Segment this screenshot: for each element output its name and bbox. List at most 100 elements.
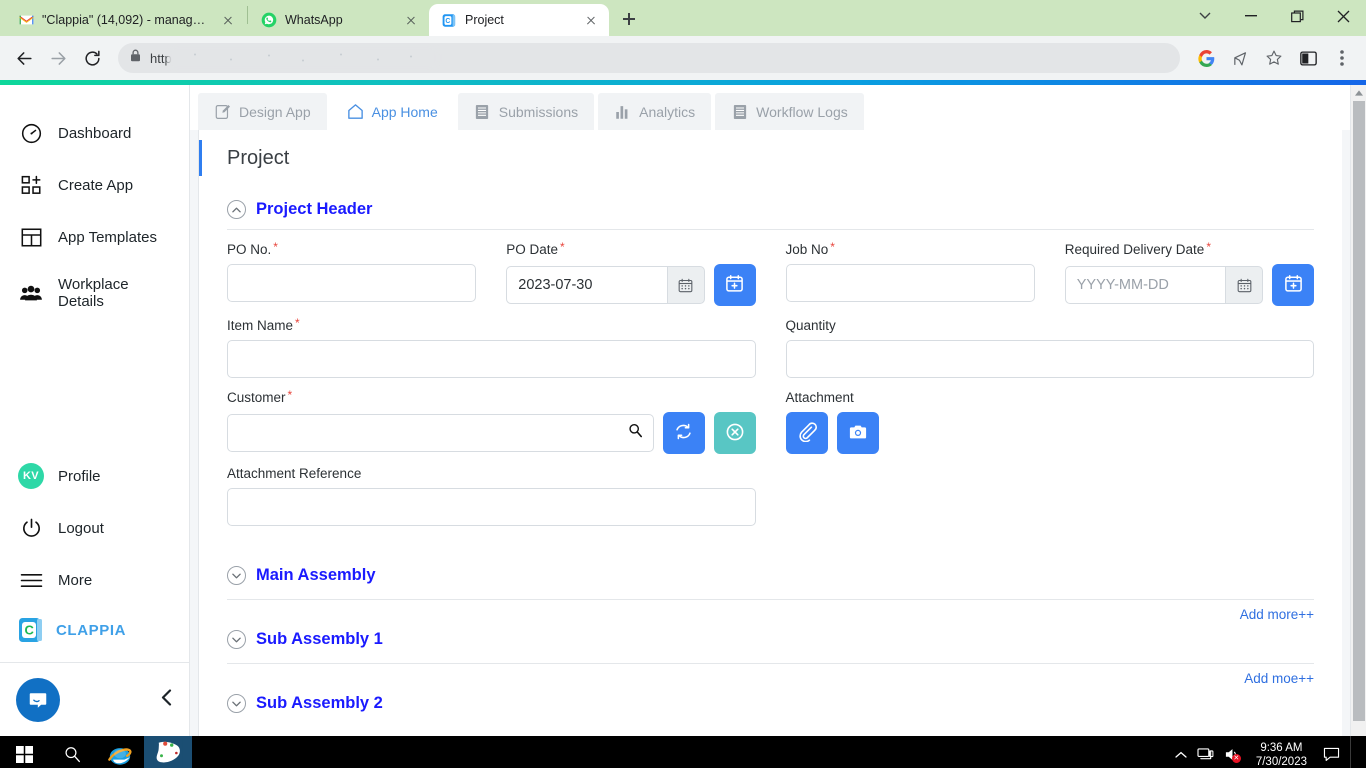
required-delivery-date-today-button[interactable]	[1272, 264, 1314, 306]
browser-tab-whatsapp[interactable]: WhatsApp	[249, 4, 429, 36]
forward-icon[interactable]	[42, 42, 74, 74]
close-icon[interactable]	[583, 12, 599, 28]
attachment-camera-button[interactable]	[836, 412, 879, 454]
tab-divider	[247, 5, 248, 24]
network-icon[interactable]	[1197, 747, 1214, 762]
po-date-today-button[interactable]	[713, 264, 756, 306]
item-name-input[interactable]	[227, 340, 756, 378]
section-sub-assembly-2[interactable]: Sub Assembly 2	[227, 688, 1314, 727]
lock-icon	[130, 49, 142, 67]
quantity-input[interactable]	[785, 340, 1314, 378]
list-icon	[474, 103, 491, 120]
close-icon[interactable]	[403, 12, 419, 28]
chevron-up-icon[interactable]	[1175, 751, 1187, 759]
section-project-header[interactable]: Project Header	[227, 186, 1314, 229]
form-scroll-area[interactable]: Project Project Header PO No. * PO Date …	[199, 130, 1342, 736]
sidebar-item-profile[interactable]: KV Profile	[0, 450, 189, 502]
share-icon[interactable]	[1224, 42, 1256, 74]
attachment-file-button[interactable]	[785, 412, 828, 454]
section-main-assembly[interactable]: Main Assembly	[227, 560, 1314, 599]
job-no-input[interactable]	[785, 264, 1035, 302]
browser-toolbar: https:xxxxxxxxxxxxxxxxxxxxxxxxxxxxxxxx77…	[0, 36, 1366, 80]
calendar-icon[interactable]	[666, 266, 705, 304]
window-controls	[1182, 0, 1366, 36]
field-label: PO Date *	[506, 240, 565, 257]
sidebar-item-create-app[interactable]: Create App	[0, 159, 189, 211]
required-delivery-date-input[interactable]	[1064, 266, 1225, 304]
notification-icon[interactable]	[1323, 747, 1340, 762]
po-no-input[interactable]	[227, 264, 477, 302]
taskbar-clock[interactable]: 9:36 AM 7/30/2023	[1250, 741, 1313, 768]
chevron-down-icon[interactable]	[227, 566, 246, 585]
calendar-add-icon	[1284, 274, 1303, 296]
active-app-icon[interactable]	[144, 736, 192, 768]
tab-label: Submissions	[498, 103, 579, 120]
close-icon[interactable]	[220, 12, 236, 28]
list-icon	[731, 103, 748, 120]
chevron-left-icon[interactable]	[160, 688, 173, 711]
sidebar-item-logout[interactable]: Logout	[0, 502, 189, 554]
toolbar-actions	[1190, 42, 1358, 74]
scroll-up-arrow[interactable]	[1351, 85, 1366, 101]
add-more-link[interactable]: Add more++	[1240, 607, 1314, 622]
minimize-icon[interactable]	[1228, 0, 1274, 32]
volume-muted-icon[interactable]: ✕	[1224, 747, 1241, 763]
vertical-scrollbar[interactable]	[1350, 85, 1366, 736]
add-more-link[interactable]: Add moe++	[1244, 671, 1314, 686]
page-title: Project	[227, 146, 290, 169]
tab-search-icon[interactable]	[1182, 0, 1228, 32]
tab-app-home[interactable]: App Home	[330, 93, 454, 130]
sidebar-item-label: App Templates	[58, 228, 157, 246]
tab-label: Design App	[239, 103, 311, 120]
section-title: Main Assembly	[256, 566, 376, 584]
left-sidebar: Dashboard Create App App Templates Workp…	[0, 85, 190, 736]
clock-time: 9:36 AM	[1260, 741, 1303, 754]
sidebar-item-workplace-details[interactable]: Workplace Details	[0, 263, 189, 323]
bookmark-star-icon[interactable]	[1258, 42, 1290, 74]
field-label: Attachment Reference	[227, 466, 362, 481]
customer-clear-button[interactable]	[713, 412, 756, 454]
browser-tab-gmail[interactable]: "Clappia" (14,092) - manager_it@	[6, 4, 246, 36]
tab-analytics[interactable]: Analytics	[598, 93, 712, 130]
chevron-down-icon[interactable]	[227, 694, 246, 713]
section-sub-assembly-1[interactable]: Sub Assembly 1	[227, 624, 1314, 663]
clappia-brand: C CLAPPIA	[0, 606, 189, 662]
tab-workflow-logs[interactable]: Workflow Logs	[715, 93, 864, 130]
customer-control	[227, 412, 756, 454]
intercom-chat-icon[interactable]	[16, 677, 60, 722]
speedometer-icon	[18, 120, 44, 146]
sidebar-item-dashboard[interactable]: Dashboard	[0, 107, 189, 159]
scrollbar-thumb[interactable]	[1353, 101, 1365, 721]
new-tab-button[interactable]	[615, 5, 643, 33]
customer-refresh-button[interactable]	[662, 412, 705, 454]
tab-submissions[interactable]: Submissions	[457, 93, 595, 130]
customer-input[interactable]	[227, 414, 654, 452]
chevron-down-icon[interactable]	[227, 630, 246, 649]
show-desktop-button[interactable]	[1350, 736, 1358, 768]
form-row-3: Customer * Attachment	[227, 389, 1314, 466]
close-icon[interactable]	[1320, 0, 1366, 32]
browser-tab-project[interactable]: C Project	[429, 4, 609, 36]
reload-icon[interactable]	[76, 42, 108, 74]
add-more-row-1: Add more++	[227, 600, 1314, 624]
chevron-up-icon[interactable]	[227, 200, 246, 219]
po-date-input[interactable]	[506, 266, 667, 304]
sidebar-item-more[interactable]: More	[0, 554, 189, 606]
internet-explorer-icon[interactable]	[96, 736, 144, 768]
address-bar[interactable]: https:xxxxxxxxxxxxxxxxxxxxxxxxxxxxxxxx77…	[118, 43, 1180, 73]
search-icon[interactable]	[628, 423, 643, 443]
windows-start-icon[interactable]	[0, 736, 48, 768]
calendar-icon[interactable]	[1225, 266, 1263, 304]
google-icon[interactable]	[1190, 42, 1222, 74]
maximize-icon[interactable]	[1274, 0, 1320, 32]
back-icon[interactable]	[8, 42, 40, 74]
sidebar-item-label: Profile	[58, 467, 101, 485]
svg-text:C: C	[445, 17, 450, 24]
po-date-combo	[506, 266, 705, 304]
sidebar-item-app-templates[interactable]: App Templates	[0, 211, 189, 263]
side-panel-icon[interactable]	[1292, 42, 1324, 74]
more-menu-icon[interactable]	[1326, 42, 1358, 74]
tab-design-app[interactable]: Design App	[198, 93, 327, 130]
taskbar-search-icon[interactable]	[48, 736, 96, 768]
attachment-reference-input[interactable]	[227, 488, 756, 526]
